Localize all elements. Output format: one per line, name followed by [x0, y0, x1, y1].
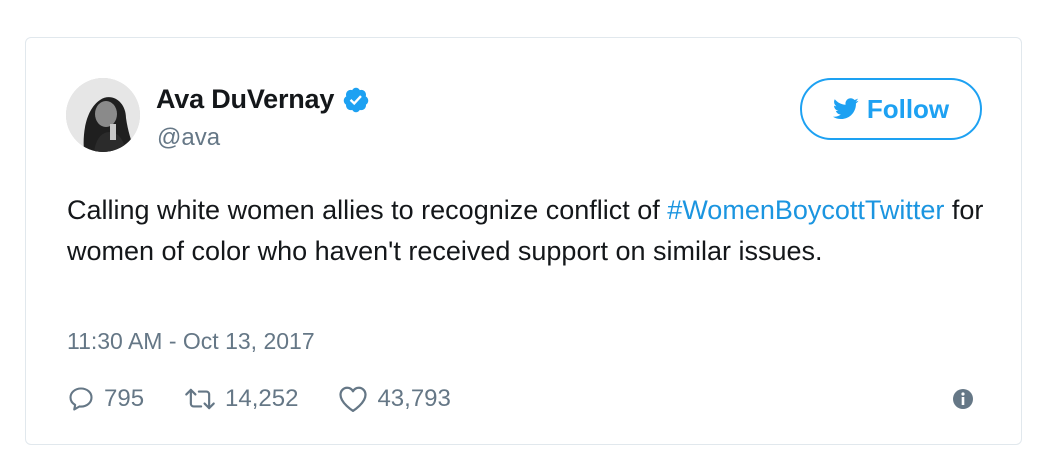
- twitter-bird-icon: [832, 98, 859, 120]
- reply-icon: [69, 387, 93, 411]
- follow-button-label: Follow: [866, 93, 950, 124]
- name-row: Ava DuVernay: [156, 84, 370, 115]
- action-bar: 795 14,252 43,793: [67, 385, 491, 413]
- retweet-icon: [185, 388, 215, 410]
- tweet-card: Ava DuVernay @ava Follow Calling white w…: [25, 37, 1022, 445]
- reply-action[interactable]: 795: [67, 385, 144, 413]
- hashtag-link[interactable]: #WomenBoycottTwitter: [667, 195, 944, 225]
- like-count: 43,793: [377, 385, 451, 412]
- retweet-count: 14,252: [225, 385, 299, 412]
- heart-icon: [339, 386, 368, 412]
- tweet-timestamp[interactable]: 11:30 AM - Oct 13, 2017: [67, 328, 315, 355]
- tweet-text-part-1: Calling white women allies to recognize …: [67, 195, 668, 225]
- verified-badge-icon: [342, 86, 370, 114]
- follow-button[interactable]: Follow: [800, 78, 982, 140]
- profile-photo-icon: [66, 78, 140, 152]
- retweet-action[interactable]: 14,252: [184, 385, 298, 413]
- info-icon[interactable]: [952, 388, 974, 410]
- reply-count: 795: [104, 385, 145, 412]
- tweet-text: Calling white women allies to recognize …: [67, 190, 987, 272]
- display-name[interactable]: Ava DuVernay: [156, 84, 334, 115]
- avatar[interactable]: [66, 78, 140, 152]
- like-action[interactable]: 43,793: [338, 385, 451, 413]
- user-handle[interactable]: @ava: [157, 124, 220, 152]
